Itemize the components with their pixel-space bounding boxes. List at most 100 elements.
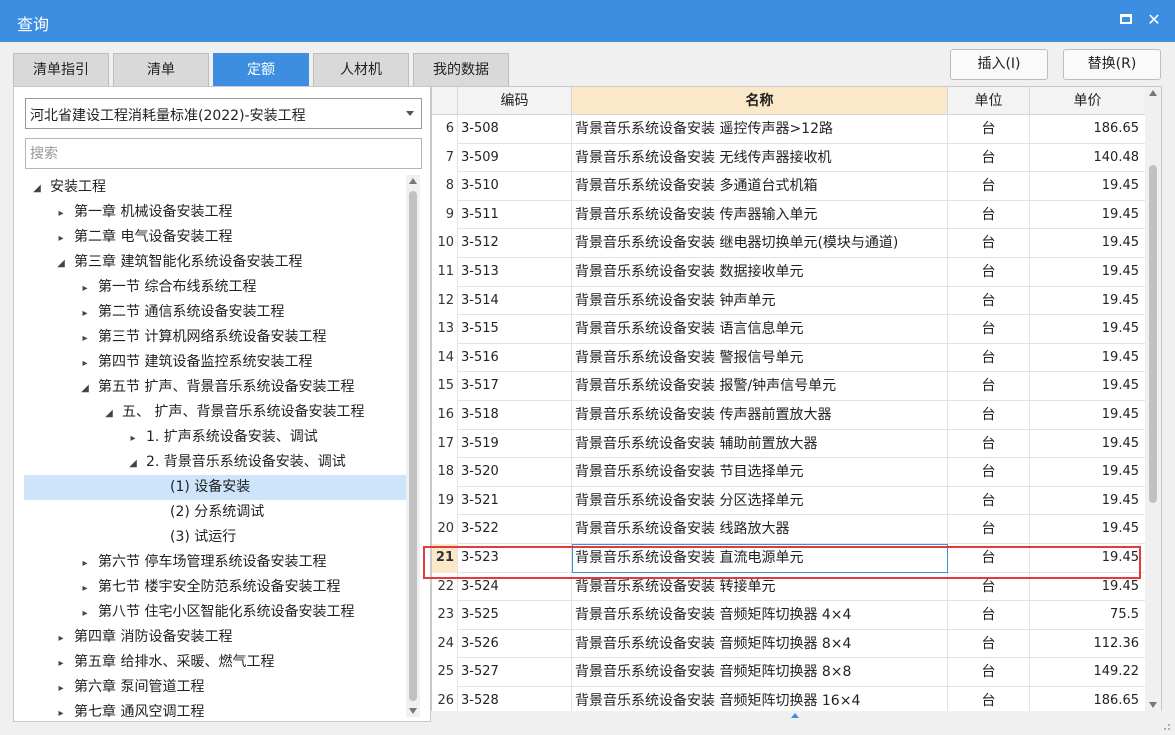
cell-unit[interactable]: 台 <box>948 343 1030 373</box>
row-number[interactable]: 16 <box>432 401 458 430</box>
cell-code[interactable]: 3-509 <box>458 143 572 173</box>
tree-item[interactable]: ▸ 1. 扩声系统设备安装、调试 <box>24 425 406 450</box>
library-select[interactable]: 河北省建设工程消耗量标准(2022)-安装工程 <box>25 98 422 129</box>
collapsed-arrow-icon[interactable]: ▸ <box>54 626 68 651</box>
cell-name[interactable]: 背景音乐系统设备安装 无线传声器接收机 <box>572 143 948 173</box>
cell-price[interactable]: 140.48 <box>1030 143 1146 173</box>
column-header-code[interactable]: 编码 <box>458 87 572 115</box>
cell-code[interactable]: 3-523 <box>458 544 572 573</box>
tree-item[interactable]: ▸ 第一节 综合布线系统工程 <box>24 275 406 300</box>
cell-price[interactable]: 186.65 <box>1030 115 1146 144</box>
tree-item[interactable]: ◢ 安装工程 <box>24 175 406 200</box>
cell-code[interactable]: 3-528 <box>458 687 572 711</box>
cell-unit[interactable]: 台 <box>948 143 1030 173</box>
scroll-up-icon[interactable] <box>409 178 417 184</box>
resize-grip-icon[interactable] <box>1161 721 1171 731</box>
scroll-thumb[interactable] <box>409 191 417 701</box>
row-number[interactable]: 18 <box>432 458 458 487</box>
table-row[interactable]: 17 3-519 背景音乐系统设备安装 辅助前置放大器台 19.45 <box>432 429 1146 459</box>
tab-my-data[interactable]: 我的数据 <box>413 53 509 86</box>
cell-price[interactable]: 19.45 <box>1030 258 1146 287</box>
row-number[interactable]: 9 <box>432 200 458 230</box>
table-row[interactable]: 15 3-517 背景音乐系统设备安装 报警/钟声信号单元台 19.45 <box>432 372 1146 401</box>
tree-item[interactable]: ▸ 第三节 计算机网络系统设备安装工程 <box>24 325 406 350</box>
cell-code[interactable]: 3-524 <box>458 572 572 602</box>
cell-unit[interactable]: 台 <box>948 486 1030 516</box>
scroll-up-icon[interactable] <box>1149 90 1157 96</box>
collapsed-arrow-icon[interactable]: ▸ <box>126 426 140 451</box>
row-number[interactable]: 23 <box>432 601 458 630</box>
table-row[interactable]: 24 3-526 背景音乐系统设备安装 音频矩阵切换器 8×4 台 112.36 <box>432 629 1146 659</box>
cell-code[interactable]: 3-516 <box>458 343 572 373</box>
cell-unit[interactable]: 台 <box>948 258 1030 287</box>
cell-name[interactable]: 背景音乐系统设备安装 遥控传声器>12路 <box>572 115 948 144</box>
cell-price[interactable]: 19.45 <box>1030 286 1146 316</box>
cell-price[interactable]: 19.45 <box>1030 486 1146 516</box>
cell-code[interactable]: 3-526 <box>458 629 572 659</box>
cell-unit[interactable]: 台 <box>948 515 1030 544</box>
cell-unit[interactable]: 台 <box>948 572 1030 602</box>
scroll-down-icon[interactable] <box>409 708 417 714</box>
table-row[interactable]: 7 3-509 背景音乐系统设备安装 无线传声器接收机台 140.48 <box>432 143 1146 173</box>
table-row[interactable]: 9 3-511 背景音乐系统设备安装 传声器输入单元台 19.45 <box>432 200 1146 230</box>
cell-unit[interactable]: 台 <box>948 401 1030 430</box>
cell-name[interactable]: 背景音乐系统设备安装 线路放大器 <box>572 515 948 544</box>
collapsed-arrow-icon[interactable]: ▸ <box>54 226 68 251</box>
tree-item[interactable]: ▸ 第四章 消防设备安装工程 <box>24 625 406 650</box>
table-row[interactable]: 25 3-527 背景音乐系统设备安装 音频矩阵切换器 8×8 台 149.22 <box>432 658 1146 687</box>
cell-price[interactable]: 19.45 <box>1030 429 1146 459</box>
cell-code[interactable]: 3-518 <box>458 401 572 430</box>
tree-item[interactable]: ▸ 第七节 楼宇安全防范系统设备安装工程 <box>24 575 406 600</box>
cell-name[interactable]: 背景音乐系统设备安装 警报信号单元 <box>572 343 948 373</box>
tree-item[interactable]: ▸ 第四节 建筑设备监控系统安装工程 <box>24 350 406 375</box>
cell-price[interactable]: 112.36 <box>1030 629 1146 659</box>
row-number[interactable]: 10 <box>432 229 458 258</box>
table-row[interactable]: 12 3-514 背景音乐系统设备安装 钟声单元台 19.45 <box>432 286 1146 316</box>
collapsed-arrow-icon[interactable]: ▸ <box>54 701 68 717</box>
table-row[interactable]: 26 3-528 背景音乐系统设备安装 音频矩阵切换器 16×4 台 186.65 <box>432 687 1146 711</box>
tree-item[interactable]: (1) 设备安装 <box>24 475 406 500</box>
column-header-name[interactable]: 名称 <box>572 87 948 115</box>
tree-scrollbar[interactable] <box>406 175 420 717</box>
row-number[interactable]: 14 <box>432 343 458 373</box>
collapsed-arrow-icon[interactable]: ▸ <box>78 351 92 376</box>
insert-button[interactable]: 插入(I) <box>950 49 1048 80</box>
collapsed-arrow-icon[interactable]: ▸ <box>78 276 92 301</box>
tree-item[interactable]: ▸ 第二章 电气设备安装工程 <box>24 225 406 250</box>
cell-name[interactable]: 背景音乐系统设备安装 报警/钟声信号单元 <box>572 372 948 401</box>
tree-item[interactable]: (3) 试运行 <box>24 525 406 550</box>
cell-code[interactable]: 3-520 <box>458 458 572 487</box>
cell-code[interactable]: 3-522 <box>458 515 572 544</box>
row-number[interactable]: 12 <box>432 286 458 316</box>
table-row[interactable]: 18 3-520 背景音乐系统设备安装 节目选择单元台 19.45 <box>432 458 1146 487</box>
table-row[interactable]: 19 3-521 背景音乐系统设备安装 分区选择单元台 19.45 <box>432 486 1146 516</box>
tree-item[interactable]: ◢ 第三章 建筑智能化系统设备安装工程 <box>24 250 406 275</box>
cell-unit[interactable]: 台 <box>948 658 1030 687</box>
cell-price[interactable]: 19.45 <box>1030 172 1146 201</box>
cell-price[interactable]: 19.45 <box>1030 200 1146 230</box>
cell-code[interactable]: 3-527 <box>458 658 572 687</box>
row-number[interactable]: 15 <box>432 372 458 401</box>
row-number[interactable]: 6 <box>432 115 458 144</box>
collapsed-arrow-icon[interactable]: ▸ <box>54 676 68 701</box>
cell-price[interactable]: 19.45 <box>1030 401 1146 430</box>
row-number[interactable]: 24 <box>432 629 458 659</box>
cell-name[interactable]: 背景音乐系统设备安装 传声器前置放大器 <box>572 401 948 430</box>
tree-item[interactable]: ◢ 2. 背景音乐系统设备安装、调试 <box>24 450 406 475</box>
table-row[interactable]: 6 3-508 背景音乐系统设备安装 遥控传声器>12路台 186.65 <box>432 115 1146 144</box>
cell-unit[interactable]: 台 <box>948 286 1030 316</box>
cell-price[interactable]: 19.45 <box>1030 544 1146 573</box>
table-row[interactable]: 13 3-515 背景音乐系统设备安装 语言信息单元台 19.45 <box>432 315 1146 344</box>
cell-code[interactable]: 3-515 <box>458 315 572 344</box>
row-number[interactable]: 19 <box>432 486 458 516</box>
tree-item[interactable]: ◢ 五、 扩声、背景音乐系统设备安装工程 <box>24 400 406 425</box>
cell-code[interactable]: 3-510 <box>458 172 572 201</box>
cell-code[interactable]: 3-514 <box>458 286 572 316</box>
tab-materials[interactable]: 人材机 <box>313 53 409 86</box>
cell-unit[interactable]: 台 <box>948 601 1030 630</box>
row-number[interactable]: 7 <box>432 143 458 173</box>
horizontal-scrollbar[interactable] <box>431 711 1162 722</box>
cell-unit[interactable]: 台 <box>948 458 1030 487</box>
search-input[interactable] <box>25 138 422 169</box>
cell-code[interactable]: 3-525 <box>458 601 572 630</box>
